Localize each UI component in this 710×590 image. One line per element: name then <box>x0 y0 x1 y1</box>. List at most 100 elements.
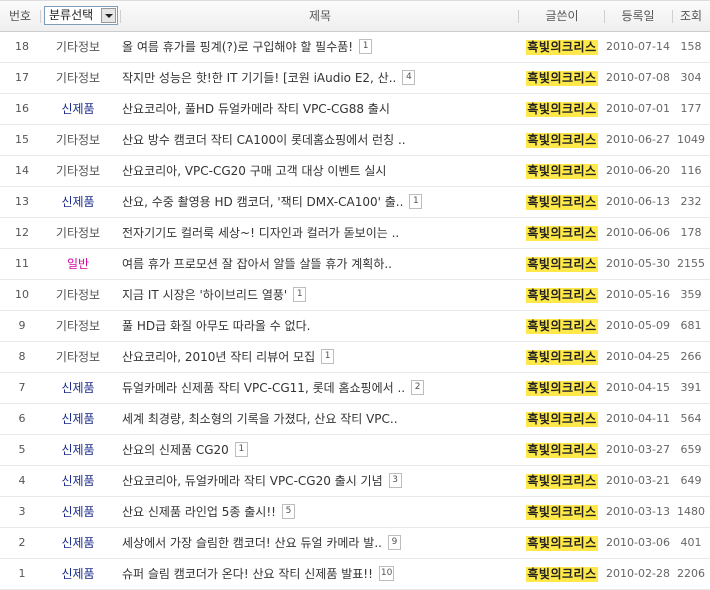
post-number: 10 <box>15 288 29 301</box>
post-category[interactable]: 기타정보 <box>44 311 112 341</box>
post-title-link[interactable]: 세상에서 가장 슬림한 캠코더! 산요 듀얼 카메라 발.. <box>122 536 382 550</box>
post-category[interactable]: 기타정보 <box>44 125 112 155</box>
post-author-cell: 흑빛의크리스 <box>520 404 604 434</box>
post-author[interactable]: 흑빛의크리스 <box>526 474 598 489</box>
post-views: 116 <box>680 164 702 177</box>
post-number: 3 <box>18 505 26 518</box>
post-title-link[interactable]: 산요코리아, 풀HD 듀얼카메라 작티 VPC-CG88 출시 <box>122 102 390 116</box>
post-title-cell: 슈퍼 슬림 캠코더가 온다! 산요 작티 신제품 발표!! 10 <box>122 559 518 589</box>
post-author[interactable]: 흑빛의크리스 <box>526 133 598 148</box>
post-category[interactable]: 기타정보 <box>44 342 112 372</box>
post-author[interactable]: 흑빛의크리스 <box>526 381 598 396</box>
post-category[interactable]: 신제품 <box>44 373 112 403</box>
post-title-cell: 전자기기도 컬러룩 세상~! 디자인과 컬러가 돋보이는 .. <box>122 218 518 248</box>
post-views: 1480 <box>677 505 705 518</box>
post-title-link[interactable]: 산요의 신제품 CG20 <box>122 443 229 457</box>
table-row: 2 신제품 세상에서 가장 슬림한 캠코더! 산요 듀얼 카메라 발.. 9 흑빛의크리… <box>0 528 710 559</box>
post-title-link[interactable]: 여름 휴가 프로모션 잘 잡아서 알뜰 살뜰 휴가 계획하.. <box>122 257 392 271</box>
post-title-link[interactable]: 작지만 성능은 핫!한 IT 기기들! [코원 iAudio E2, 산.. <box>122 71 396 85</box>
table-row: 14 기타정보 산요코리아, VPC-CG20 구매 고객 대상 이벤트 실시 흑빛의… <box>0 156 710 187</box>
header-author: 글쓴이 <box>545 9 579 23</box>
post-list: 18 기타정보 올 여름 휴가를 핑계(?)로 구입해야 할 필수품! 1 흑빛의크리스… <box>0 32 710 590</box>
post-title-cell: 듀얼카메라 신제품 작티 VPC-CG11, 롯데 홈쇼핑에서 .. 2 <box>122 373 518 403</box>
post-author[interactable]: 흑빛의크리스 <box>526 443 598 458</box>
post-author[interactable]: 흑빛의크리스 <box>526 257 598 272</box>
post-title-cell: 세상에서 가장 슬림한 캠코더! 산요 듀얼 카메라 발.. 9 <box>122 528 518 558</box>
post-author[interactable]: 흑빛의크리스 <box>526 319 598 334</box>
post-title-link[interactable]: 지금 IT 시장은 '하이브리드 열풍' <box>122 288 287 302</box>
post-author[interactable]: 흑빛의크리스 <box>526 195 598 210</box>
post-title-cell: 여름 휴가 프로모션 잘 잡아서 알뜰 살뜰 휴가 계획하.. <box>122 249 518 279</box>
header-date: 등록일 <box>621 9 655 23</box>
post-author[interactable]: 흑빛의크리스 <box>526 567 598 582</box>
post-date: 2010-06-06 <box>606 226 670 239</box>
post-title-cell: 산요코리아, 2010년 작티 리뷰어 모집 1 <box>122 342 518 372</box>
post-author-cell: 흑빛의크리스 <box>520 342 604 372</box>
post-author[interactable]: 흑빛의크리스 <box>526 350 598 365</box>
post-category[interactable]: 기타정보 <box>44 32 112 62</box>
post-category[interactable]: 신제품 <box>44 435 112 465</box>
post-number: 17 <box>15 71 29 84</box>
post-title-link[interactable]: 듀얼카메라 신제품 작티 VPC-CG11, 롯데 홈쇼핑에서 .. <box>122 381 405 395</box>
post-author[interactable]: 흑빛의크리스 <box>526 71 598 86</box>
post-title-link[interactable]: 산요, 수중 촬영용 HD 캠코더, '잭티 DMX-CA100' 출.. <box>122 195 403 209</box>
post-title-link[interactable]: 산요코리아, VPC-CG20 구매 고객 대상 이벤트 실시 <box>122 164 386 178</box>
post-author-cell: 흑빛의크리스 <box>520 156 604 186</box>
post-category[interactable]: 일반 <box>44 249 112 279</box>
post-author[interactable]: 흑빛의크리스 <box>526 164 598 179</box>
comment-count-badge: 1 <box>234 442 248 457</box>
post-category[interactable]: 신제품 <box>44 466 112 496</box>
post-number: 11 <box>15 257 29 270</box>
post-title-link[interactable]: 올 여름 휴가를 핑계(?)로 구입해야 할 필수품! <box>122 40 353 54</box>
post-title-link[interactable]: 산요코리아, 듀얼카메라 작티 VPC-CG20 출시 기념 <box>122 474 383 488</box>
post-number: 5 <box>18 443 26 456</box>
post-date: 2010-03-27 <box>606 443 670 456</box>
post-author[interactable]: 흑빛의크리스 <box>526 226 598 241</box>
header-divider <box>518 10 519 23</box>
post-title-link[interactable]: 산요 신제품 라인업 5종 출시!! <box>122 505 276 519</box>
category-select[interactable]: 분류선택 <box>44 6 118 25</box>
post-title-link[interactable]: 슈퍼 슬림 캠코더가 온다! 산요 작티 신제품 발표!! <box>122 567 373 581</box>
post-title-link[interactable]: 풀 HD급 화질 아무도 따라올 수 없다. <box>122 319 311 333</box>
category-select-label: 분류선택 <box>49 8 94 22</box>
post-category[interactable]: 신제품 <box>44 497 112 527</box>
post-author[interactable]: 흑빛의크리스 <box>526 412 598 427</box>
post-author[interactable]: 흑빛의크리스 <box>526 288 598 303</box>
post-date: 2010-05-09 <box>606 319 670 332</box>
post-date: 2010-05-16 <box>606 288 670 301</box>
post-date: 2010-04-25 <box>606 350 670 363</box>
post-title-link[interactable]: 전자기기도 컬러룩 세상~! 디자인과 컬러가 돋보이는 .. <box>122 226 399 240</box>
post-date: 2010-04-15 <box>606 381 670 394</box>
post-title-cell: 산요의 신제품 CG20 1 <box>122 435 518 465</box>
comment-count-badge: 3 <box>388 473 402 488</box>
post-author[interactable]: 흑빛의크리스 <box>526 505 598 520</box>
comment-count-badge: 5 <box>281 504 295 519</box>
header-divider <box>40 10 41 23</box>
post-category[interactable]: 기타정보 <box>44 63 112 93</box>
comment-count-badge: 1 <box>321 349 335 364</box>
chevron-down-icon[interactable] <box>101 8 116 23</box>
post-author[interactable]: 흑빛의크리스 <box>526 536 598 551</box>
post-title-link[interactable]: 산요코리아, 2010년 작티 리뷰어 모집 <box>122 350 315 364</box>
post-category[interactable]: 기타정보 <box>44 156 112 186</box>
post-category[interactable]: 기타정보 <box>44 218 112 248</box>
post-category[interactable]: 신제품 <box>44 404 112 434</box>
table-row: 6 신제품 세계 최경량, 최소형의 기록을 가졌다, 산요 작티 VPC.. 흑빛의… <box>0 404 710 435</box>
post-title-link[interactable]: 세계 최경량, 최소형의 기록을 가졌다, 산요 작티 VPC.. <box>122 412 398 426</box>
post-title-cell: 지금 IT 시장은 '하이브리드 열풍' 1 <box>122 280 518 310</box>
post-category[interactable]: 기타정보 <box>44 280 112 310</box>
post-category[interactable]: 신제품 <box>44 528 112 558</box>
post-author[interactable]: 흑빛의크리스 <box>526 40 598 55</box>
post-category[interactable]: 신제품 <box>44 94 112 124</box>
post-author-cell: 흑빛의크리스 <box>520 373 604 403</box>
post-category[interactable]: 신제품 <box>44 559 112 589</box>
post-number: 2 <box>18 536 26 549</box>
post-author[interactable]: 흑빛의크리스 <box>526 102 598 117</box>
post-author-cell: 흑빛의크리스 <box>520 280 604 310</box>
post-views: 304 <box>680 71 702 84</box>
post-title-link[interactable]: 산요 방수 캠코더 작티 CA100이 롯데홈쇼핑에서 런칭 .. <box>122 133 406 147</box>
post-date: 2010-06-13 <box>606 195 670 208</box>
post-category[interactable]: 신제품 <box>44 187 112 217</box>
post-number: 18 <box>15 40 29 53</box>
post-date: 2010-03-06 <box>606 536 670 549</box>
